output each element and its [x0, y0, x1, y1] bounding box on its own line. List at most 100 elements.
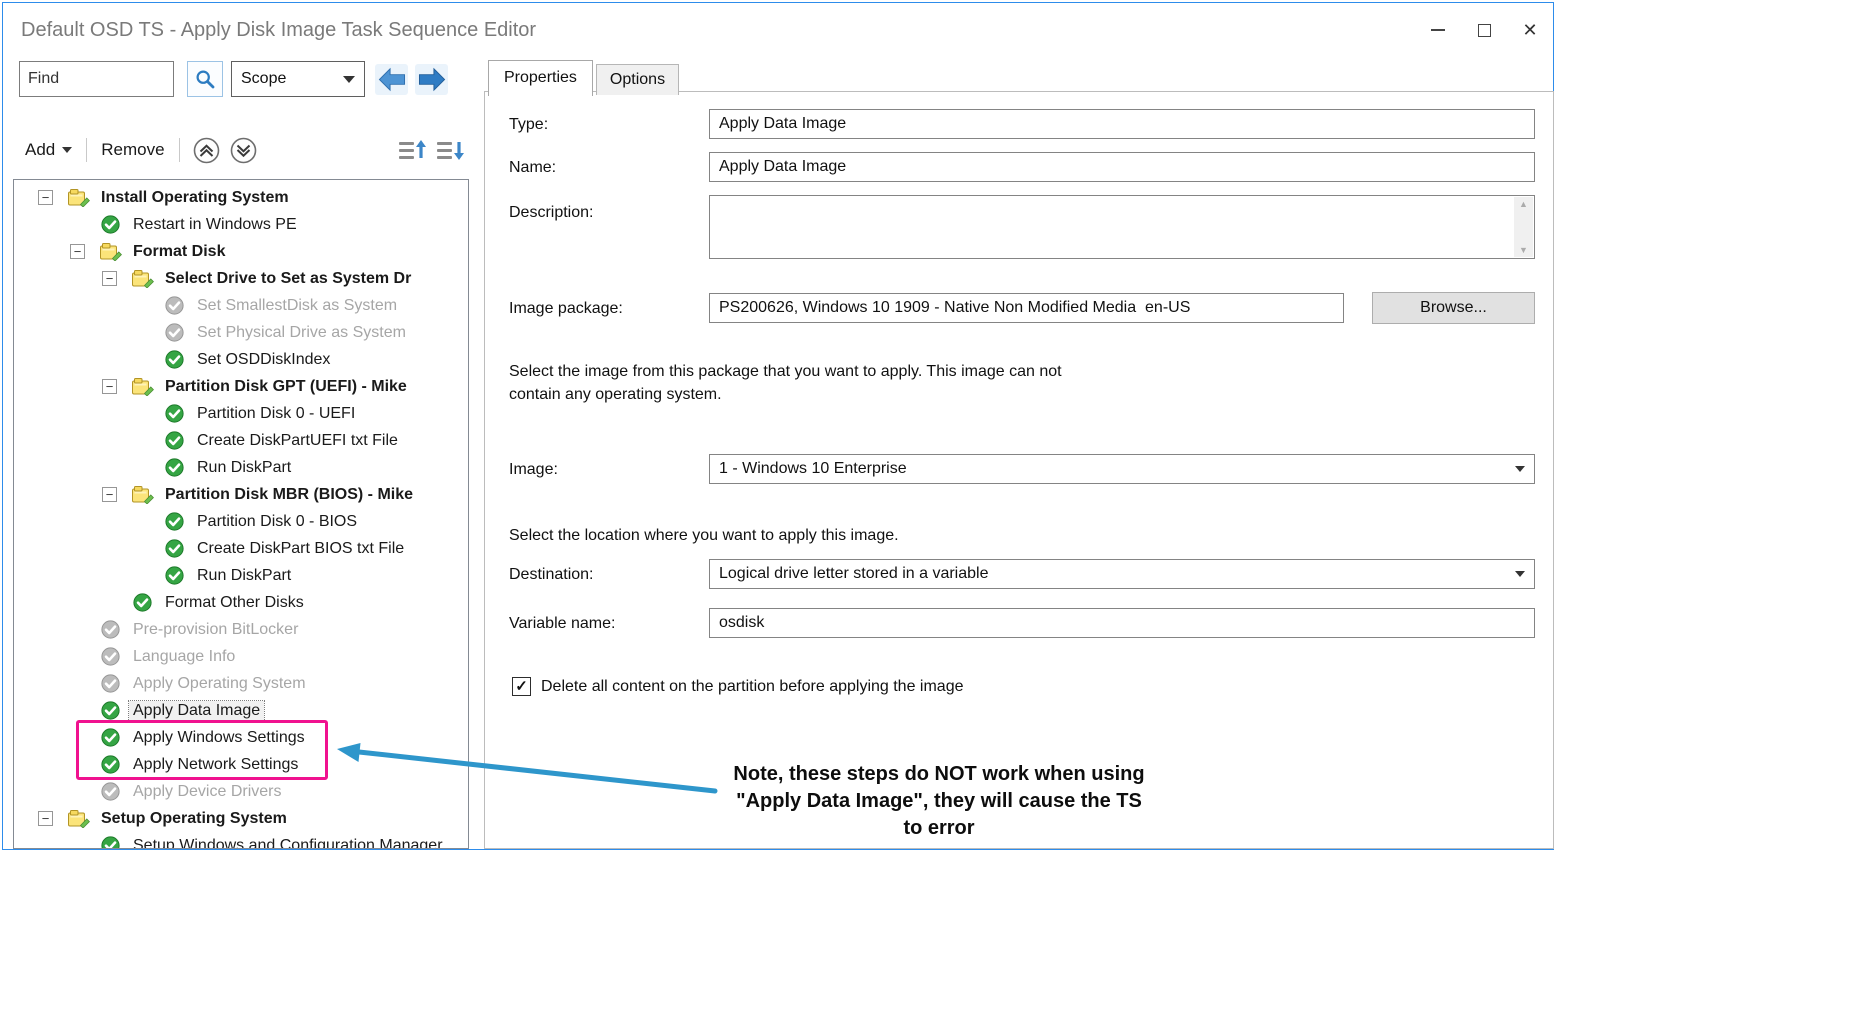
tree-item-create-diskpart-bios-txt-file[interactable]: Create DiskPart BIOS txt File: [14, 535, 468, 562]
tree-item-label: Run DiskPart: [193, 566, 295, 586]
description-label: Description:: [509, 204, 593, 222]
tree-item-restart-in-windows-pe[interactable]: Restart in Windows PE: [14, 211, 468, 238]
group-icon: [131, 377, 154, 397]
tree-item-set-physical-drive-as-system[interactable]: Set Physical Drive as System: [14, 319, 468, 346]
type-label: Type:: [509, 116, 548, 134]
image-label: Image:: [509, 461, 558, 479]
tree-item-apply-network-settings[interactable]: Apply Network Settings: [14, 751, 468, 778]
tree-item-label: Partition Disk GPT (UEFI) - Mike: [161, 377, 411, 397]
tree-item-partition-disk-0-uefi[interactable]: Partition Disk 0 - UEFI: [14, 400, 468, 427]
tree-item-run-diskpart[interactable]: Run DiskPart: [14, 562, 468, 589]
tree-item-label: Set OSDDiskIndex: [193, 350, 334, 370]
step-enabled-icon: [131, 593, 154, 613]
tree-item-apply-windows-settings[interactable]: Apply Windows Settings: [14, 724, 468, 751]
image-package-label: Image package:: [509, 300, 623, 318]
forward-button[interactable]: [415, 64, 448, 95]
collapse-expander-icon[interactable]: −: [70, 244, 85, 259]
tree-item-format-other-disks[interactable]: Format Other Disks: [14, 589, 468, 616]
tree-item-select-drive-to-set-as-system-dr[interactable]: − Select Drive to Set as System Dr: [14, 265, 468, 292]
toolbar-separator: [179, 138, 180, 162]
image-dropdown-value: 1 - Windows 10 Enterprise: [719, 460, 907, 478]
search-button[interactable]: [187, 61, 223, 97]
step-enabled-icon: [163, 512, 186, 532]
collapse-groups-button[interactable]: [398, 138, 426, 162]
tree-item-apply-data-image[interactable]: Apply Data Image: [14, 697, 468, 724]
destination-dropdown[interactable]: Logical drive letter stored in a variabl…: [709, 559, 1535, 589]
step-enabled-icon: [99, 755, 122, 775]
collapse-expander-icon[interactable]: −: [38, 190, 53, 205]
tree-toolbar: Add Remove: [19, 132, 468, 168]
tab-options[interactable]: Options: [596, 64, 679, 95]
step-disabled-icon: [99, 674, 122, 694]
tree-item-label: Apply Device Drivers: [129, 782, 285, 802]
name-input[interactable]: [709, 152, 1535, 182]
step-enabled-icon: [99, 728, 122, 748]
scroll-up-icon[interactable]: ▲: [1519, 199, 1528, 209]
minimize-button[interactable]: [1415, 3, 1461, 57]
chevron-down-icon: [343, 76, 355, 83]
scope-dropdown[interactable]: Scope: [231, 61, 365, 97]
image-package-input[interactable]: [709, 293, 1344, 323]
tree-item-partition-disk-mbr-bios-mike[interactable]: − Partition Disk MBR (BIOS) - Mike: [14, 481, 468, 508]
tab-properties[interactable]: Properties: [488, 60, 593, 96]
remove-button[interactable]: Remove: [95, 136, 170, 164]
task-sequence-editor-window: Default OSD TS - Apply Disk Image Task S…: [2, 2, 1554, 850]
maximize-button[interactable]: [1461, 3, 1507, 57]
tree-item-partition-disk-gpt-uefi-mike[interactable]: − Partition Disk GPT (UEFI) - Mike: [14, 373, 468, 400]
image-dropdown[interactable]: 1 - Windows 10 Enterprise: [709, 454, 1535, 484]
move-step-up-button[interactable]: [193, 137, 220, 164]
close-button[interactable]: ✕: [1507, 3, 1553, 57]
annotation-note: Note, these steps do NOT work when using…: [633, 761, 1245, 842]
back-arrow-icon: [377, 66, 407, 93]
step-enabled-icon: [163, 431, 186, 451]
collapse-expander-icon[interactable]: −: [38, 811, 53, 826]
tree-item-label: Partition Disk MBR (BIOS) - Mike: [161, 485, 417, 505]
description-scrollbar[interactable]: ▲ ▼: [1514, 197, 1533, 257]
tree-item-label: Select Drive to Set as System Dr: [161, 269, 415, 289]
expand-groups-button[interactable]: [436, 138, 464, 162]
move-step-down-button[interactable]: [230, 137, 257, 164]
back-button[interactable]: [375, 64, 408, 95]
tree-item-language-info[interactable]: Language Info: [14, 643, 468, 670]
group-icon: [131, 269, 154, 289]
collapse-expander-icon[interactable]: −: [102, 271, 117, 286]
tree-item-set-smallestdisk-as-system[interactable]: Set SmallestDisk as System: [14, 292, 468, 319]
delete-content-checkbox-label: Delete all content on the partition befo…: [541, 678, 964, 696]
step-enabled-icon: [99, 836, 122, 850]
step-enabled-icon: [163, 458, 186, 478]
tree-item-label: Format Other Disks: [161, 593, 308, 613]
minimize-icon: [1431, 29, 1445, 31]
tree-item-label: Language Info: [129, 647, 239, 667]
variable-name-label: Variable name:: [509, 615, 615, 633]
scroll-down-icon[interactable]: ▼: [1519, 245, 1528, 255]
tree-item-partition-disk-0-bios[interactable]: Partition Disk 0 - BIOS: [14, 508, 468, 535]
tree-item-label: Partition Disk 0 - UEFI: [193, 404, 359, 424]
chevron-down-icon: [62, 147, 72, 153]
maximize-icon: [1478, 24, 1491, 37]
collapse-expander-icon[interactable]: −: [102, 487, 117, 502]
group-icon: [67, 188, 90, 208]
add-button[interactable]: Add: [19, 136, 78, 164]
find-input[interactable]: [19, 61, 174, 97]
description-textarea[interactable]: ▲ ▼: [709, 195, 1535, 259]
tree-item-run-diskpart[interactable]: Run DiskPart: [14, 454, 468, 481]
tree-item-apply-operating-system[interactable]: Apply Operating System: [14, 670, 468, 697]
tree-item-install-operating-system[interactable]: −Install Operating System: [14, 184, 468, 211]
tree-item-label: Set Physical Drive as System: [193, 323, 410, 343]
browse-button[interactable]: Browse...: [1372, 292, 1535, 324]
add-button-label: Add: [25, 140, 55, 160]
delete-content-checkbox[interactable]: ✓: [512, 677, 531, 696]
group-icon: [99, 242, 122, 262]
tree-item-setup-operating-system[interactable]: −Setup Operating System: [14, 805, 468, 832]
tree-item-format-disk[interactable]: − Format Disk: [14, 238, 468, 265]
tree-item-setup-windows-and-configuration-manager[interactable]: Setup Windows and Configuration Manager: [14, 832, 468, 849]
tree-item-pre-provision-bitlocker[interactable]: Pre-provision BitLocker: [14, 616, 468, 643]
type-input[interactable]: [709, 109, 1535, 139]
collapse-expander-icon[interactable]: −: [102, 379, 117, 394]
tree-item-label: Format Disk: [129, 242, 229, 262]
tree-item-create-diskpartuefi-txt-file[interactable]: Create DiskPartUEFI txt File: [14, 427, 468, 454]
tree-item-set-osddiskindex[interactable]: Set OSDDiskIndex: [14, 346, 468, 373]
tree-item-apply-device-drivers[interactable]: Apply Device Drivers: [14, 778, 468, 805]
tree-item-label: Create DiskPartUEFI txt File: [193, 431, 402, 451]
variable-name-input[interactable]: [709, 608, 1535, 638]
